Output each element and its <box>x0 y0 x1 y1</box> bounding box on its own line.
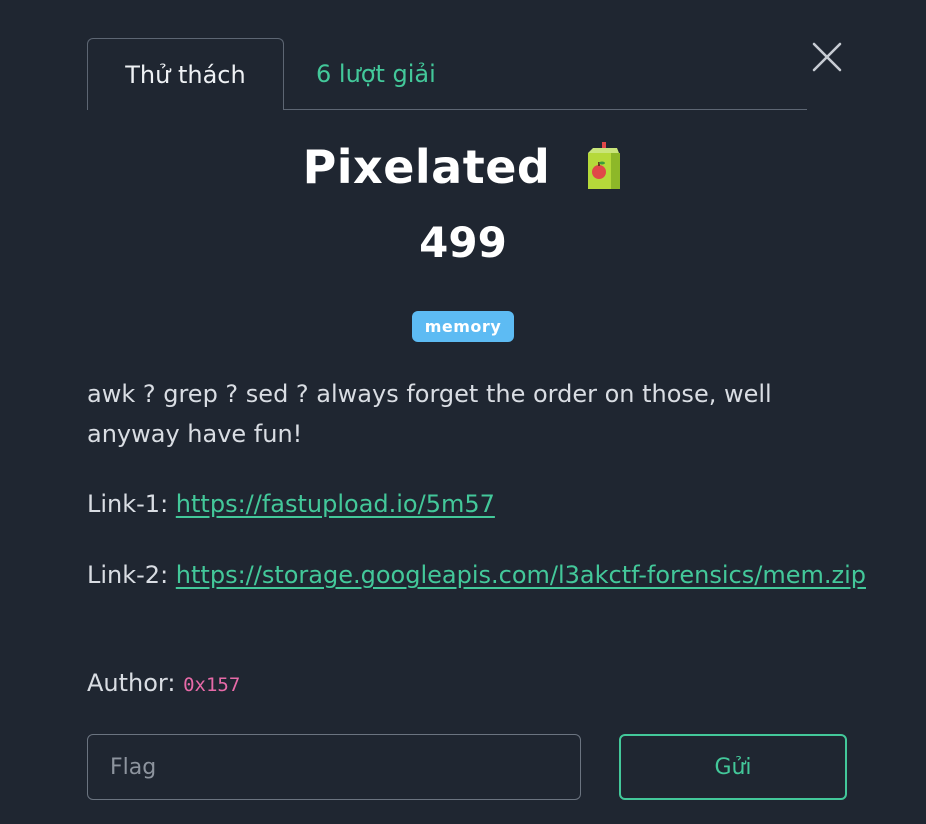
tab-solves[interactable]: 6 lượt giải <box>316 38 436 110</box>
author-line: Author: 0x157 <box>87 664 240 704</box>
link-2-label: Link-2: <box>87 561 176 589</box>
tab-bar: Thử thách 6 lượt giải <box>87 38 807 110</box>
tag-container: memory <box>0 311 926 342</box>
link-1-line: Link-1: https://fastupload.io/5m57 <box>87 485 867 523</box>
category-tag: memory <box>411 311 515 342</box>
juice-box-icon <box>588 142 621 189</box>
link-2-anchor[interactable]: https://storage.googleapis.com/l3akctf-f… <box>176 561 866 589</box>
challenge-description: awk ? grep ? sed ? always forget the ord… <box>87 380 772 448</box>
title-row: Pixelated <box>0 140 926 206</box>
author-label: Author: <box>87 669 184 697</box>
submit-button[interactable]: Gửi <box>619 734 847 800</box>
link-1-label: Link-1: <box>87 490 176 518</box>
challenge-modal: Thử thách 6 lượt giải Pixelated 499 memo… <box>0 0 926 824</box>
close-icon <box>812 42 842 72</box>
author-name: 0x157 <box>183 674 241 696</box>
link-1-anchor[interactable]: https://fastupload.io/5m57 <box>176 490 495 518</box>
close-button[interactable] <box>810 40 844 74</box>
flag-input[interactable] <box>87 734 581 800</box>
challenge-title: Pixelated <box>302 140 551 194</box>
link-2-line: Link-2: https://storage.googleapis.com/l… <box>87 556 867 594</box>
tab-challenge[interactable]: Thử thách <box>87 38 284 110</box>
challenge-points: 499 <box>419 218 507 267</box>
